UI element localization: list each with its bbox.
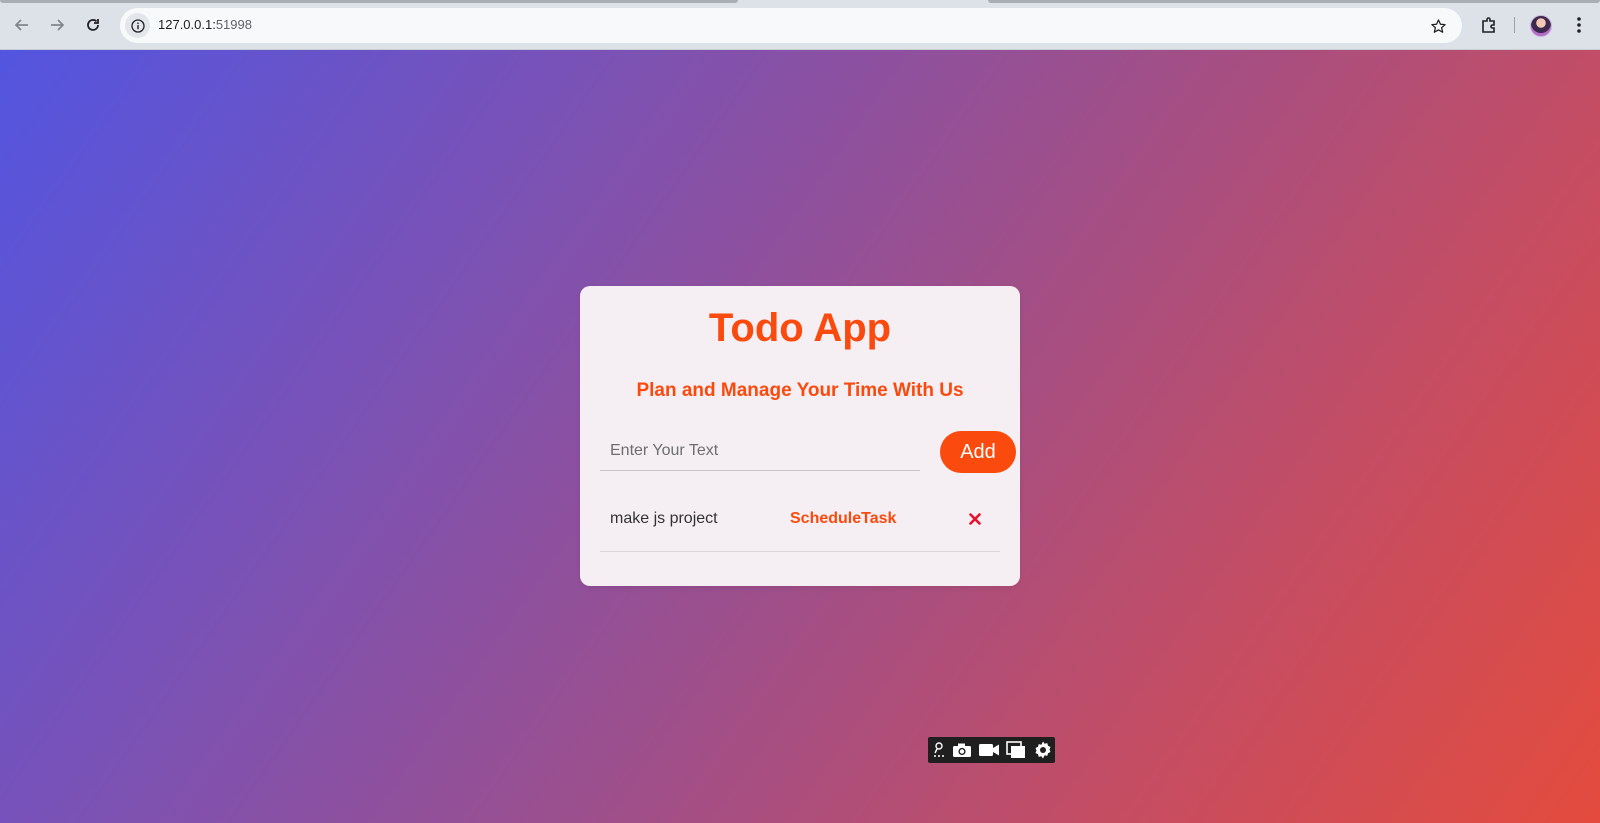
browser-toolbar: 127.0.0.1:51998 — [0, 0, 1600, 50]
window-icon[interactable] — [1005, 739, 1027, 761]
page-background: Todo App Plan and Manage Your Time With … — [0, 50, 1600, 823]
camera-icon[interactable] — [951, 739, 973, 761]
add-button[interactable]: Add — [940, 431, 1016, 473]
todo-item-text: make js project — [610, 510, 718, 527]
url-text: 127.0.0.1:51998 — [158, 17, 252, 32]
reload-icon[interactable] — [80, 12, 106, 38]
bookmark-star-icon[interactable] — [1428, 16, 1448, 36]
profile-avatar[interactable] — [1530, 15, 1552, 37]
extensions-icon[interactable] — [1477, 13, 1501, 37]
more-menu-icon[interactable] — [1567, 13, 1591, 37]
address-bar[interactable]: 127.0.0.1:51998 — [120, 8, 1462, 43]
url-port: 51998 — [215, 17, 252, 32]
app-subtitle: Plan and Manage Your Time With Us — [636, 380, 964, 401]
url-host: 127.0.0.1: — [158, 17, 216, 32]
settings-gear-icon[interactable] — [1032, 739, 1054, 761]
back-arrow-icon[interactable] — [9, 12, 35, 38]
todo-text-input[interactable] — [600, 431, 920, 471]
site-info-icon[interactable] — [125, 13, 150, 38]
todo-list-item: make js project ScheduleTask — [600, 494, 1000, 552]
capture-toolbar — [928, 737, 1055, 763]
close-x-icon[interactable] — [966, 510, 984, 528]
forward-arrow-icon[interactable] — [44, 12, 70, 38]
pin-icon[interactable] — [932, 739, 946, 761]
video-icon[interactable] — [978, 739, 1000, 761]
app-title: Todo App — [708, 306, 892, 350]
schedule-task-link[interactable]: ScheduleTask — [790, 510, 896, 528]
todo-card: Todo App Plan and Manage Your Time With … — [580, 286, 1020, 586]
tab-strip-edge — [988, 0, 1600, 3]
add-todo-row: Add — [600, 431, 1016, 473]
toolbar-divider — [1514, 17, 1515, 33]
tab-strip-edge — [0, 0, 738, 3]
